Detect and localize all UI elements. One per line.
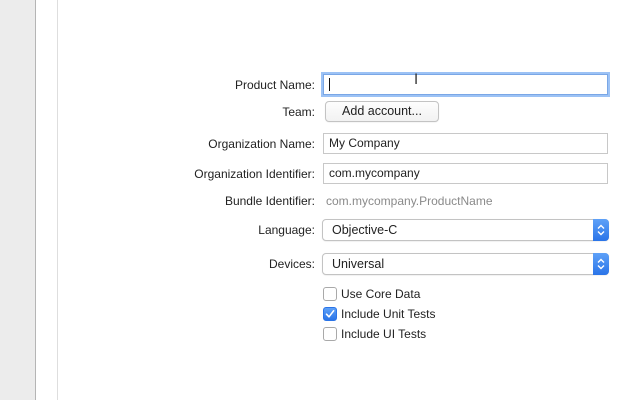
- sidebar-divider: [35, 0, 36, 400]
- add-account-button[interactable]: Add account...: [325, 101, 439, 122]
- checkmark-icon: [325, 310, 335, 318]
- use-core-data-label: Use Core Data: [341, 287, 421, 301]
- team-label: Team:: [282, 105, 315, 119]
- include-unit-tests-checkbox[interactable]: [323, 307, 337, 321]
- devices-selected-value: Universal: [332, 257, 385, 271]
- include-ui-tests-label: Include UI Tests: [341, 327, 427, 341]
- organization-identifier-field[interactable]: com.mycompany: [323, 163, 608, 184]
- ibeam-cursor-icon: I: [414, 72, 419, 88]
- bundle-identifier-label: Bundle Identifier:: [224, 194, 315, 208]
- language-selected-value: Objective-C: [332, 223, 398, 237]
- use-core-data-checkbox[interactable]: [323, 287, 337, 301]
- devices-updown-icon: [593, 253, 609, 275]
- language-popup[interactable]: Objective-C: [322, 219, 609, 241]
- organization-name-field[interactable]: My Company: [323, 133, 608, 154]
- include-ui-tests-checkbox[interactable]: [323, 327, 337, 341]
- include-unit-tests-label: Include Unit Tests: [341, 307, 436, 321]
- content-divider: [57, 0, 58, 400]
- devices-popup[interactable]: Universal: [322, 253, 609, 275]
- new-project-options-page: Product Name: I Team: Add account... Org…: [0, 0, 643, 400]
- devices-label: Devices:: [268, 257, 315, 271]
- bundle-identifier-value: com.mycompany.ProductName: [326, 194, 493, 208]
- sidebar-strip: [0, 0, 35, 400]
- organization-identifier-label: Organization Identifier:: [194, 167, 315, 181]
- language-label: Language:: [258, 223, 315, 237]
- product-name-label: Product Name:: [234, 78, 315, 92]
- language-updown-icon: [593, 219, 609, 241]
- text-caret: [329, 78, 330, 91]
- organization-name-label: Organization Name:: [208, 137, 315, 151]
- product-name-field[interactable]: [323, 74, 608, 95]
